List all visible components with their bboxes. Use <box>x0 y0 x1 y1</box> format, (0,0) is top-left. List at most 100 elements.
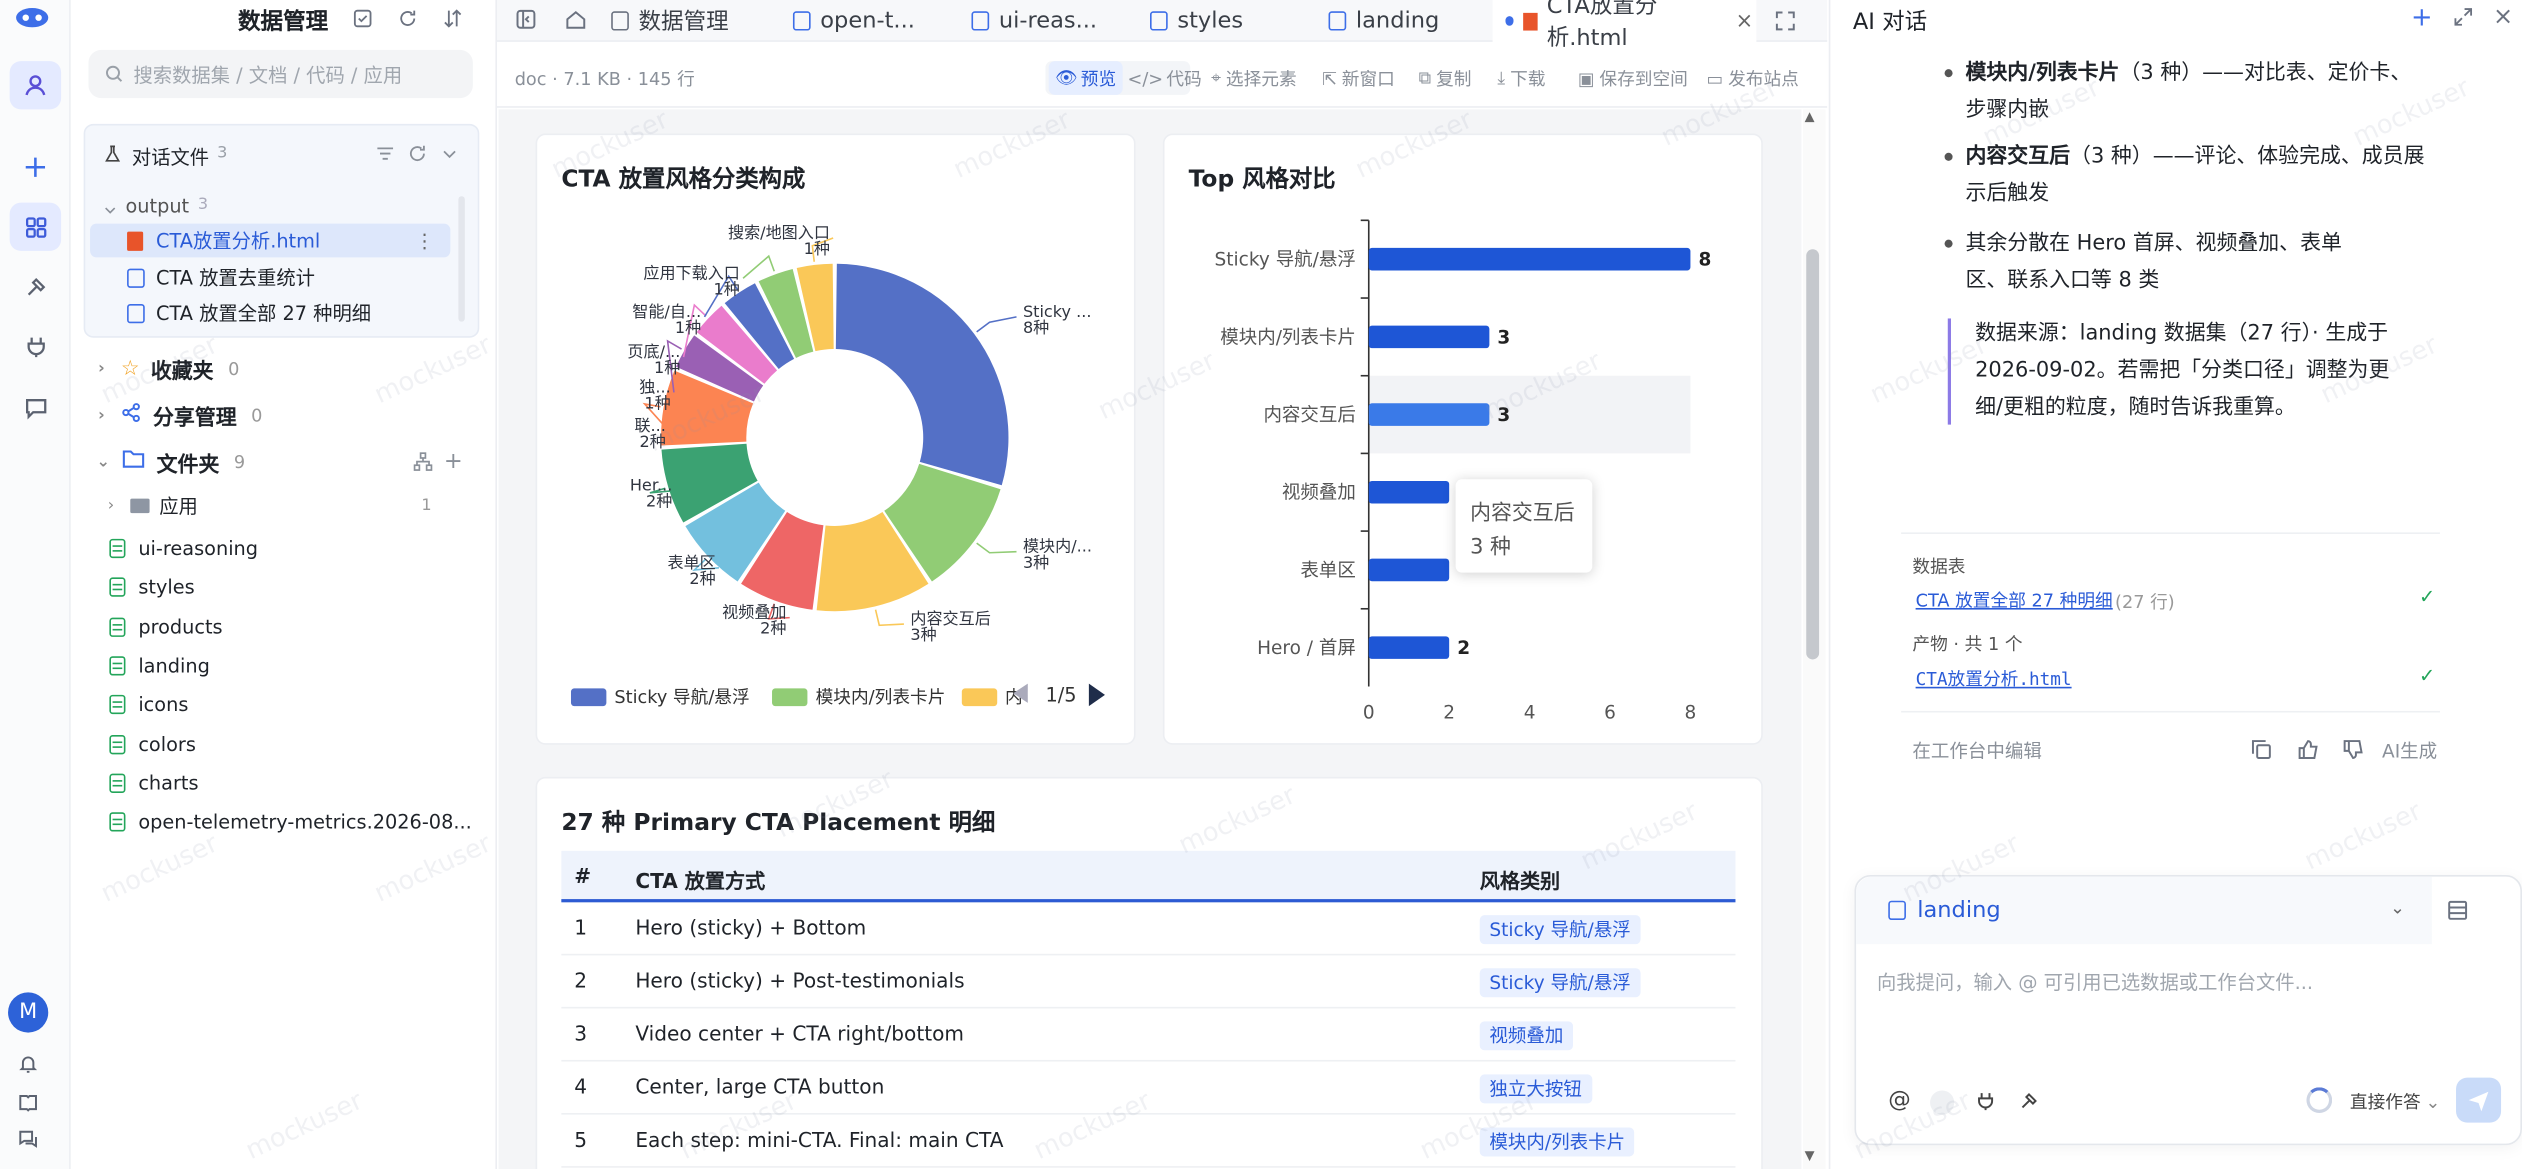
answer-mode-select[interactable]: 直接作答 ⌄ <box>2350 1089 2440 1115</box>
tab-landing[interactable]: landing <box>1319 0 1493 42</box>
avatar[interactable]: M <box>8 992 49 1033</box>
scroll-thumb[interactable] <box>1806 249 1820 660</box>
close-panel-icon[interactable]: × <box>2493 2 2513 31</box>
new-window-button[interactable]: ⇱ 新窗口 <box>1322 66 1395 92</box>
folder-file-item[interactable]: landing <box>109 648 495 683</box>
bar[interactable] <box>1368 247 1691 271</box>
output-file-item[interactable]: CTA 放置全部 27 种明细 <box>127 299 371 326</box>
close-icon[interactable]: × <box>1736 9 1754 33</box>
tab-styles[interactable]: styles <box>1140 0 1314 42</box>
collapse-chevron-icon[interactable] <box>441 145 459 168</box>
thumbs-down-icon[interactable] <box>2342 738 2365 765</box>
document-icon <box>127 303 145 323</box>
user-icon[interactable] <box>9 61 62 110</box>
folder-file-item[interactable]: styles <box>109 570 495 605</box>
publish-icon: ▭ <box>1706 68 1724 90</box>
chat-bullet: 其余分散在 Hero 首屏、视频叠加、表单区、联系入口等 8 类 <box>1944 225 2383 299</box>
sort-icon[interactable] <box>437 3 466 32</box>
sync-icon[interactable] <box>407 143 428 169</box>
search-input[interactable]: 搜索数据集 / 文档 / 代码 / 应用 <box>88 49 473 99</box>
cell-placement: Each step: mini-CTA. Final: main CTA <box>635 1127 1004 1152</box>
chat-bullet-bold: 模块内/列表卡片 <box>1965 61 2120 86</box>
bar[interactable] <box>1368 636 1450 659</box>
shares-section[interactable]: › 分享管理 0 <box>88 394 474 436</box>
plug-icon[interactable] <box>1975 1090 1996 1116</box>
edit-in-workbench-link[interactable]: 在工作台中编辑 <box>1912 738 2041 764</box>
chat-input[interactable]: 向我提问，输入 @ 可引用已选数据或工作台文件... <box>1877 968 2504 1065</box>
folder-file-item[interactable]: products <box>109 609 495 644</box>
edit-icon[interactable] <box>347 3 376 32</box>
copy-button[interactable]: ⧉ 复制 <box>1419 66 1472 92</box>
output-folder-chevron-icon[interactable] <box>103 199 117 222</box>
folder-file-item[interactable]: charts <box>109 765 495 800</box>
datatable-link[interactable]: CTA 放置全部 27 种明细 <box>1916 587 2113 613</box>
dataset-selector[interactable]: landing ⌄ <box>1856 876 2432 945</box>
attach-icon[interactable] <box>1930 1090 1955 1115</box>
preview-button[interactable]: 👁 预览 <box>1048 61 1123 95</box>
scroll-up-icon[interactable]: ▲ <box>1805 109 1815 123</box>
legend-prev-icon[interactable] <box>1013 683 1028 703</box>
new-chat-icon[interactable]: + <box>2411 2 2433 33</box>
home-icon[interactable] <box>565 8 588 35</box>
bar[interactable] <box>1368 558 1450 582</box>
send-button[interactable] <box>2456 1077 2502 1123</box>
tab-data-management[interactable]: 数据管理 <box>602 0 779 42</box>
maximize-icon[interactable] <box>2453 6 2474 32</box>
copy-message-icon[interactable] <box>2250 738 2273 765</box>
chat-bubble-icon[interactable] <box>10 383 61 431</box>
hammer-icon[interactable] <box>2019 1090 2040 1116</box>
download-button[interactable]: ⤓ 下载 <box>1497 66 1545 92</box>
output-folder-label[interactable]: output <box>125 195 189 218</box>
bell-icon[interactable] <box>18 1054 39 1080</box>
tab-open-telemetry[interactable]: open-t... <box>783 0 957 42</box>
mini-scrollbar[interactable] <box>458 196 465 322</box>
code-label: 代码 <box>1166 69 1202 91</box>
legend-label[interactable]: 模块内/列表卡片 <box>816 684 946 710</box>
hammer-icon[interactable] <box>10 262 61 310</box>
x-tick-label: 2 <box>1443 703 1455 724</box>
folder-file-item[interactable]: open-telemetry-metrics.2026-08... <box>109 804 495 839</box>
book-icon[interactable] <box>18 1092 39 1118</box>
refresh-icon[interactable] <box>392 3 421 32</box>
mention-icon[interactable]: @ <box>1888 1087 1911 1113</box>
pie-slice-label: Her... 2种 <box>528 478 672 511</box>
table-view-icon[interactable] <box>2446 899 2469 926</box>
check-icon: ✓ <box>2419 585 2436 608</box>
legend-label[interactable]: Sticky 导航/悬浮 <box>614 684 749 710</box>
bar[interactable] <box>1368 480 1450 504</box>
check-icon: ✓ <box>2419 664 2436 687</box>
cell-placement: Video center + CTA right/bottom <box>635 1021 964 1046</box>
artifact-link[interactable]: CTA放置分析.html <box>1916 666 2072 692</box>
legend-next-icon[interactable] <box>1088 683 1105 707</box>
folder-file-item[interactable]: colors <box>109 726 495 761</box>
thumbs-up-icon[interactable] <box>2297 738 2320 765</box>
folder-file-item[interactable]: icons <box>109 687 495 722</box>
code-button[interactable]: </> 代码 <box>1127 66 1201 92</box>
add-icon[interactable] <box>10 143 61 191</box>
scroll-down-icon[interactable]: ▼ <box>1805 1148 1815 1162</box>
pie-label-value: 1种 <box>644 395 671 414</box>
favorites-section[interactable]: › ☆ 收藏夹 0 <box>88 347 474 389</box>
plug-icon[interactable] <box>10 322 61 370</box>
tab-cta-analysis[interactable]: CTA放置分析.html × <box>1496 0 1754 51</box>
sidebar-toggle-icon[interactable] <box>515 8 538 35</box>
more-vertical-icon[interactable]: ⋮ <box>415 230 434 253</box>
tree-icon[interactable] <box>413 452 433 476</box>
comments-icon[interactable] <box>18 1129 39 1155</box>
publish-button[interactable]: ▭ 发布站点 <box>1707 66 1799 92</box>
select-element-button[interactable]: ⌖ 选择元素 <box>1211 66 1297 92</box>
output-file-item[interactable]: CTA 放置去重统计 <box>127 264 315 291</box>
folder-apps[interactable]: › 应用 <box>88 487 474 522</box>
bar[interactable] <box>1368 325 1490 349</box>
bar[interactable] <box>1368 403 1490 426</box>
save-to-space-button[interactable]: ▣ 保存到空间 <box>1578 66 1688 92</box>
grid-icon[interactable] <box>9 202 62 251</box>
output-file-item[interactable]: CTA放置分析.html <box>127 227 320 254</box>
folder-file-item[interactable]: ui-reasoning <box>109 531 495 566</box>
filter-icon[interactable] <box>375 143 396 169</box>
pie-slice[interactable] <box>835 263 1009 486</box>
add-folder-icon[interactable]: + <box>444 449 463 475</box>
expand-icon[interactable] <box>1774 10 1797 37</box>
pie-slice-label: 搜索/地图入口 1种 <box>685 226 830 259</box>
tab-ui-reasoning[interactable]: ui-reas... <box>962 0 1136 42</box>
